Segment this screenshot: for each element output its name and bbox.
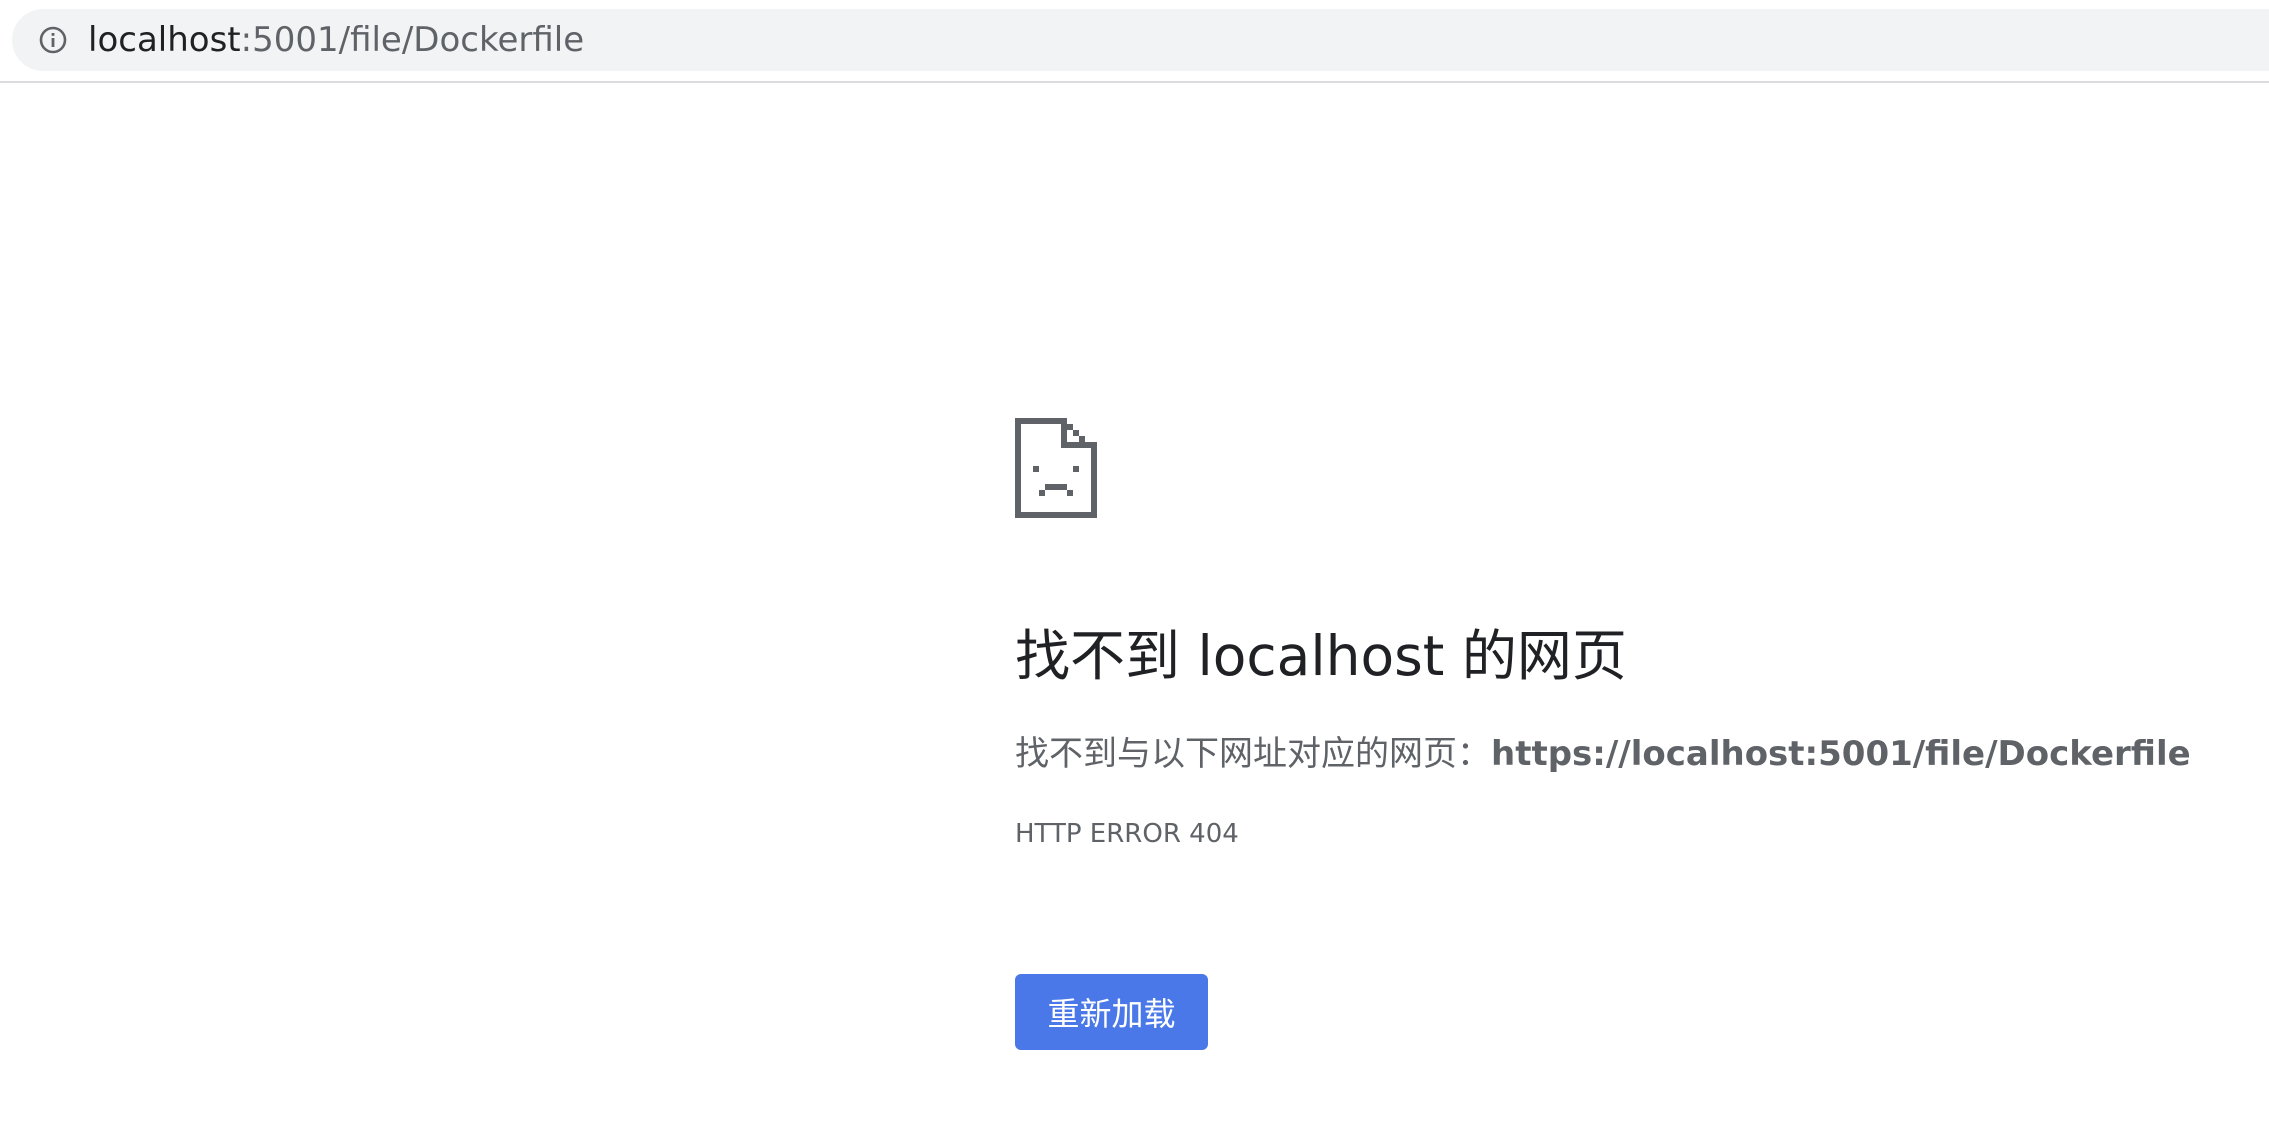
url-path: :5001/file/Dockerfile (240, 20, 585, 60)
error-details-url: https://localhost:5001/file/Dockerfile (1491, 734, 2191, 774)
url-text[interactable]: localhost:5001/file/Dockerfile (88, 9, 584, 71)
error-headline: 找不到 localhost 的网页 (1015, 624, 1627, 688)
browser-toolbar: localhost:5001/file/Dockerfile (0, 0, 2269, 83)
error-details-prefix: 找不到与以下网址对应的网页： (1015, 734, 1491, 774)
info-circle-icon[interactable] (38, 25, 68, 55)
sad-file-icon (1015, 418, 1097, 518)
error-details: 找不到与以下网址对应的网页：https://localhost:5001/fil… (1015, 730, 2191, 778)
address-bar[interactable]: localhost:5001/file/Dockerfile (12, 9, 2269, 71)
error-code: HTTP ERROR 404 (1015, 819, 1239, 849)
url-host: localhost (88, 20, 241, 60)
reload-button[interactable]: 重新加载 (1015, 974, 1208, 1050)
